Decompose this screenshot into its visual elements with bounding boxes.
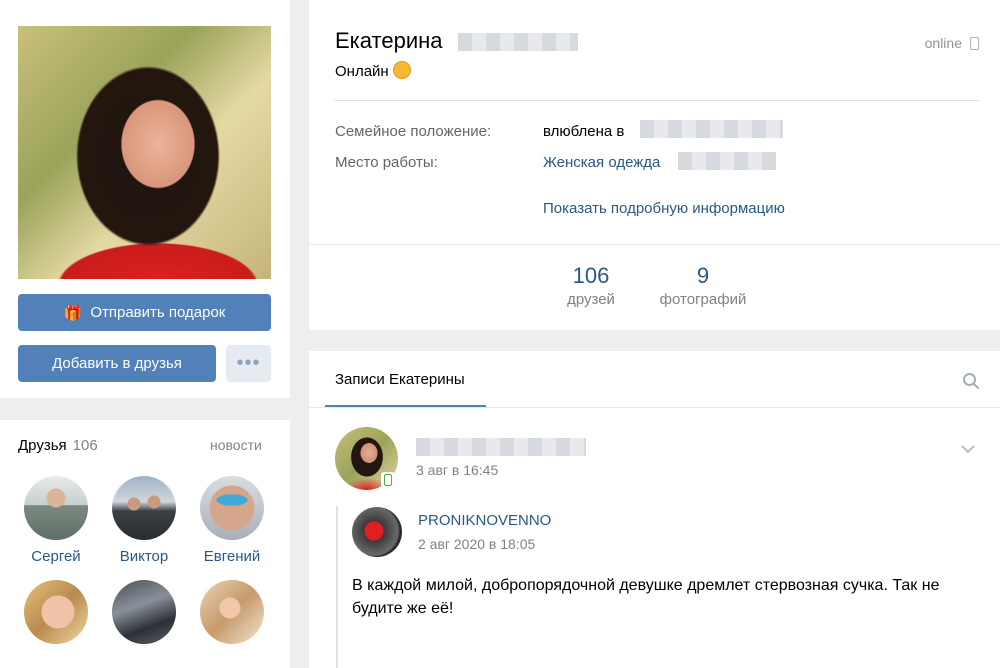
repost-date[interactable]: 2 авг 2020 в 18:05 xyxy=(418,536,535,552)
repost-author-avatar[interactable] xyxy=(352,507,402,557)
divider xyxy=(309,244,1000,245)
status-text: Онлайн xyxy=(335,61,411,80)
chevron-down-icon[interactable] xyxy=(960,444,976,454)
friend-item[interactable]: Евгений xyxy=(192,476,272,565)
send-gift-button[interactable]: 🎁 Отправить подарок xyxy=(18,294,271,331)
friend-avatar xyxy=(112,476,176,540)
friend-name: Сергей xyxy=(31,548,81,565)
workplace-link[interactable]: Женская одежда xyxy=(543,154,660,171)
repost-bar xyxy=(336,506,338,668)
counter-label: друзей xyxy=(567,291,615,308)
add-friend-button[interactable]: Добавить в друзья xyxy=(18,345,216,382)
online-indicator: online xyxy=(924,35,962,51)
post-text: В каждой милой, добропорядочной девушке … xyxy=(352,577,940,617)
friend-item[interactable] xyxy=(192,580,272,652)
friend-item[interactable]: Сергей xyxy=(16,476,96,565)
gift-icon: 🎁 xyxy=(63,304,83,322)
relationship-value: влюблена в xyxy=(543,123,625,140)
friend-avatar xyxy=(24,580,88,644)
friend-item[interactable] xyxy=(104,580,184,652)
photos-counter[interactable]: 9 фотографий xyxy=(648,263,758,308)
post-date[interactable]: 3 авг в 16:45 xyxy=(416,462,498,478)
wall-card xyxy=(309,351,1000,668)
friends-header[interactable]: Друзья 106 xyxy=(18,437,98,454)
friends-news-link[interactable]: новости xyxy=(210,437,262,453)
show-details-link[interactable]: Показать подробную информацию xyxy=(543,200,785,217)
counter-label: фотографий xyxy=(659,291,747,308)
friend-avatar xyxy=(24,476,88,540)
mobile-icon xyxy=(970,37,979,50)
mobile-badge-icon xyxy=(381,472,395,488)
friend-item[interactable]: Виктор xyxy=(104,476,184,565)
profile-avatar[interactable] xyxy=(18,26,271,279)
workplace-label: Место работы: xyxy=(335,154,438,171)
divider xyxy=(309,407,1000,408)
friend-name: Евгений xyxy=(203,548,261,565)
more-actions-button[interactable]: ••• xyxy=(226,345,271,382)
friends-counter[interactable]: 106 друзей xyxy=(551,263,631,308)
search-icon[interactable] xyxy=(962,372,980,390)
friend-item[interactable] xyxy=(16,580,96,652)
redacted-post-author xyxy=(416,438,586,456)
friends-count: 106 xyxy=(72,437,98,454)
friends-title: Друзья xyxy=(18,437,67,454)
divider xyxy=(335,100,980,101)
friend-name: Виктор xyxy=(119,548,169,565)
redacted-workplace xyxy=(678,152,776,170)
counter-value: 106 xyxy=(572,263,610,288)
tab-wall-posts[interactable]: Записи Екатерины xyxy=(335,371,465,388)
friend-avatar xyxy=(200,580,264,644)
redacted-last-name xyxy=(458,33,578,51)
send-gift-label: Отправить подарок xyxy=(90,304,226,321)
smile-emoji-icon xyxy=(392,61,411,79)
friend-avatar xyxy=(112,580,176,644)
relationship-label: Семейное положение: xyxy=(335,123,492,140)
counter-value: 9 xyxy=(696,263,710,288)
repost-author-link[interactable]: PRONIKNOVENNO xyxy=(418,512,551,529)
friend-avatar xyxy=(200,476,264,540)
status-label: Онлайн xyxy=(335,63,389,80)
page-title: Екатерина xyxy=(335,28,443,53)
redacted-partner-name xyxy=(640,120,783,138)
